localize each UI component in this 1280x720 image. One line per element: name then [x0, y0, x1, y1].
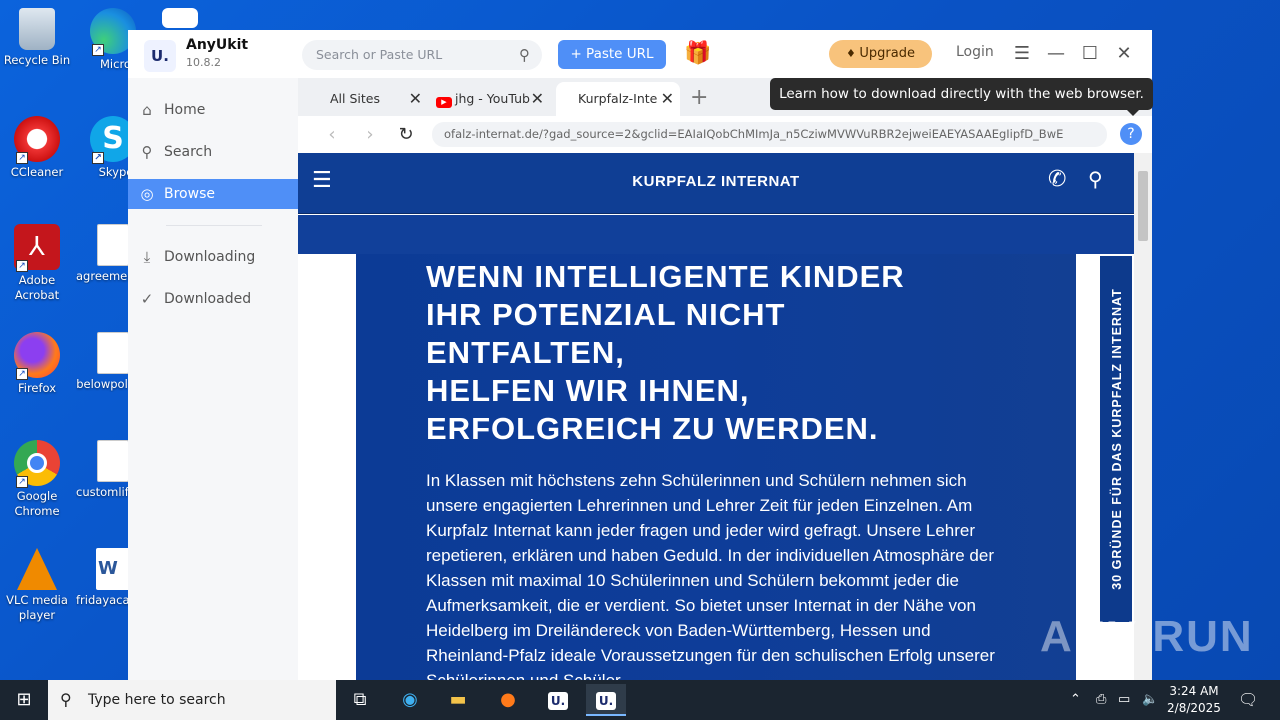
- file-explorer-icon[interactable]: ▬: [438, 684, 478, 716]
- desktop-icon-word-top[interactable]: [150, 8, 210, 31]
- edge-taskbar-icon[interactable]: ◉: [390, 684, 430, 716]
- desktop-icon-vlc[interactable]: VLC media player: [0, 548, 74, 623]
- word-file-icon: [162, 8, 198, 28]
- maximize-icon[interactable]: ☐: [1076, 40, 1104, 68]
- hero-content: WENN INTELLIGENTE KINDER IHR POTENZIAL N…: [356, 254, 1076, 680]
- site-title[interactable]: KURPFALZ INTERNAT: [298, 173, 1134, 190]
- close-tab-icon[interactable]: ✕: [531, 82, 544, 116]
- compass-icon: ◎: [140, 185, 154, 203]
- sidebar-item-downloaded[interactable]: ✓ Downloaded: [128, 284, 298, 314]
- desktop-icon-recycle-bin[interactable]: Recycle Bin: [0, 8, 74, 68]
- new-tab-icon[interactable]: +: [690, 84, 708, 112]
- close-tab-icon[interactable]: ✕: [661, 82, 674, 116]
- search-icon: ⚲: [60, 690, 72, 709]
- gift-icon[interactable]: 🎁: [684, 40, 712, 68]
- taskbar-search-input[interactable]: ⚲ Type here to search: [48, 680, 336, 720]
- home-icon: ⌂: [142, 101, 152, 119]
- anyukit-taskbar-icon[interactable]: U.: [538, 684, 578, 716]
- image-file-icon: [97, 332, 129, 374]
- image-file-icon: [97, 440, 129, 482]
- web-content: ☰ KURPFALZ INTERNAT ✆ ⚲ WENN INTELLIGENT…: [298, 153, 1152, 680]
- notifications-icon[interactable]: 🗨: [1238, 680, 1258, 720]
- clock[interactable]: 3:24 AM 2/8/2025: [1164, 683, 1224, 717]
- site-search-icon[interactable]: ⚲: [1088, 167, 1103, 191]
- desktop-icon-acrobat[interactable]: ⅄ ↗ Adobe Acrobat: [0, 224, 74, 303]
- minimize-icon[interactable]: —: [1042, 40, 1070, 68]
- login-link[interactable]: Login: [956, 44, 994, 60]
- site-header: ☰ KURPFALZ INTERNAT ✆ ⚲: [298, 153, 1134, 214]
- search-placeholder: Search or Paste URL: [316, 47, 443, 62]
- forward-icon[interactable]: ›: [358, 116, 382, 153]
- desktop-icon-chrome[interactable]: ↗ Google Chrome: [0, 440, 74, 519]
- paste-url-button[interactable]: + Paste URL: [558, 40, 666, 69]
- hero-body-text: In Klassen mit höchstens zehn Schülerinn…: [426, 471, 995, 680]
- tab-all-sites[interactable]: All Sites ✕: [298, 82, 428, 116]
- tab-kurpfalz[interactable]: Kurpfalz-Inte ✕: [556, 82, 680, 116]
- hero-headline: WENN INTELLIGENTE KINDER IHR POTENZIAL N…: [426, 259, 905, 446]
- volume-icon[interactable]: 🔈: [1142, 680, 1158, 720]
- close-tab-icon[interactable]: ✕: [409, 82, 422, 116]
- ccleaner-icon: ↗: [14, 116, 60, 164]
- reasons-side-tab[interactable]: 30 GRÜNDE FÜR DAS KURPFALZ INTERNAT: [1098, 256, 1132, 622]
- close-icon[interactable]: ✕: [1110, 40, 1138, 68]
- upgrade-button[interactable]: ♦ Upgrade: [829, 40, 932, 68]
- sidebar-item-home[interactable]: ⌂ Home: [128, 95, 298, 125]
- anyrun-watermark: ANY RUN: [1040, 612, 1254, 661]
- wifi-icon[interactable]: ▭: [1118, 680, 1130, 720]
- hero-top-strip: [298, 215, 1134, 254]
- search-input[interactable]: Search or Paste URL ⚲: [302, 40, 542, 70]
- check-circle-icon: ✓: [140, 290, 154, 308]
- page-scrollbar[interactable]: [1134, 153, 1152, 680]
- tray-chevron-icon[interactable]: ⌃: [1070, 680, 1081, 720]
- sidebar-item-search[interactable]: ⚲ Search: [128, 137, 298, 167]
- scrollbar-thumb[interactable]: [1138, 171, 1148, 241]
- phone-icon[interactable]: ✆: [1048, 167, 1066, 192]
- menu-icon[interactable]: ☰: [1008, 40, 1036, 68]
- firefox-taskbar-icon[interactable]: ●: [488, 684, 528, 716]
- download-help-tooltip: Learn how to download directly with the …: [770, 78, 1153, 116]
- taskbar: ⊞ ⚲ Type here to search ⧉ ◉ ▬ ● U. U. ⌃ …: [0, 680, 1280, 720]
- recycle-bin-icon: [19, 8, 55, 50]
- app-version: 10.8.2: [186, 56, 221, 69]
- search-icon[interactable]: ⚲: [519, 40, 530, 70]
- app-name: AnyUkit: [186, 37, 249, 53]
- diamond-icon: ♦: [846, 47, 860, 60]
- acrobat-icon: ⅄ ↗: [14, 224, 60, 272]
- image-file-icon: [97, 224, 129, 266]
- desktop-icon-ccleaner[interactable]: ↗ CCleaner: [0, 116, 74, 180]
- app-logo: U.: [144, 40, 176, 72]
- sidebar-item-browse[interactable]: ◎ Browse: [128, 179, 298, 209]
- task-view-icon[interactable]: ⧉: [340, 684, 380, 716]
- windows-start-icon[interactable]: ⊞: [0, 680, 48, 720]
- address-bar: ‹ › ↻ ofalz-internat.de/?gad_source=2&gc…: [298, 116, 1152, 153]
- url-field[interactable]: ofalz-internat.de/?gad_source=2&gclid=EA…: [432, 122, 1107, 147]
- tab-youtube[interactable]: ▶ jhg - YouTub ✕: [430, 82, 550, 116]
- sidebar-divider: [166, 225, 262, 226]
- browser-panel: All Sites ✕ ▶ jhg - YouTub ✕ Kurpfalz-Int…: [298, 78, 1152, 680]
- network-icon[interactable]: ⎙: [1096, 680, 1106, 720]
- word-file-icon: W: [96, 548, 130, 590]
- desktop-icon-firefox[interactable]: ↗ Firefox: [0, 332, 74, 396]
- chrome-icon: ↗: [14, 440, 60, 488]
- sidebar: ⌂ Home ⚲ Search ◎ Browse ⤓ Downloading ✓…: [128, 78, 298, 680]
- back-icon[interactable]: ‹: [320, 116, 344, 153]
- youtube-icon: ▶: [436, 97, 452, 108]
- help-icon[interactable]: ?: [1120, 123, 1142, 145]
- search-icon: ⚲: [141, 143, 153, 161]
- vlc-icon: [17, 548, 57, 590]
- reload-icon[interactable]: ↻: [394, 116, 418, 153]
- anyukit-taskbar-icon-active[interactable]: U.: [586, 684, 626, 716]
- title-bar: U. AnyUkit 10.8.2 Search or Paste URL ⚲ …: [128, 30, 1152, 78]
- sidebar-item-downloading[interactable]: ⤓ Downloading: [128, 242, 298, 272]
- anyukit-window: U. AnyUkit 10.8.2 Search or Paste URL ⚲ …: [128, 30, 1152, 680]
- firefox-icon: ↗: [14, 332, 60, 380]
- download-icon: ⤓: [143, 248, 151, 266]
- upgrade-label: Upgrade: [859, 46, 915, 61]
